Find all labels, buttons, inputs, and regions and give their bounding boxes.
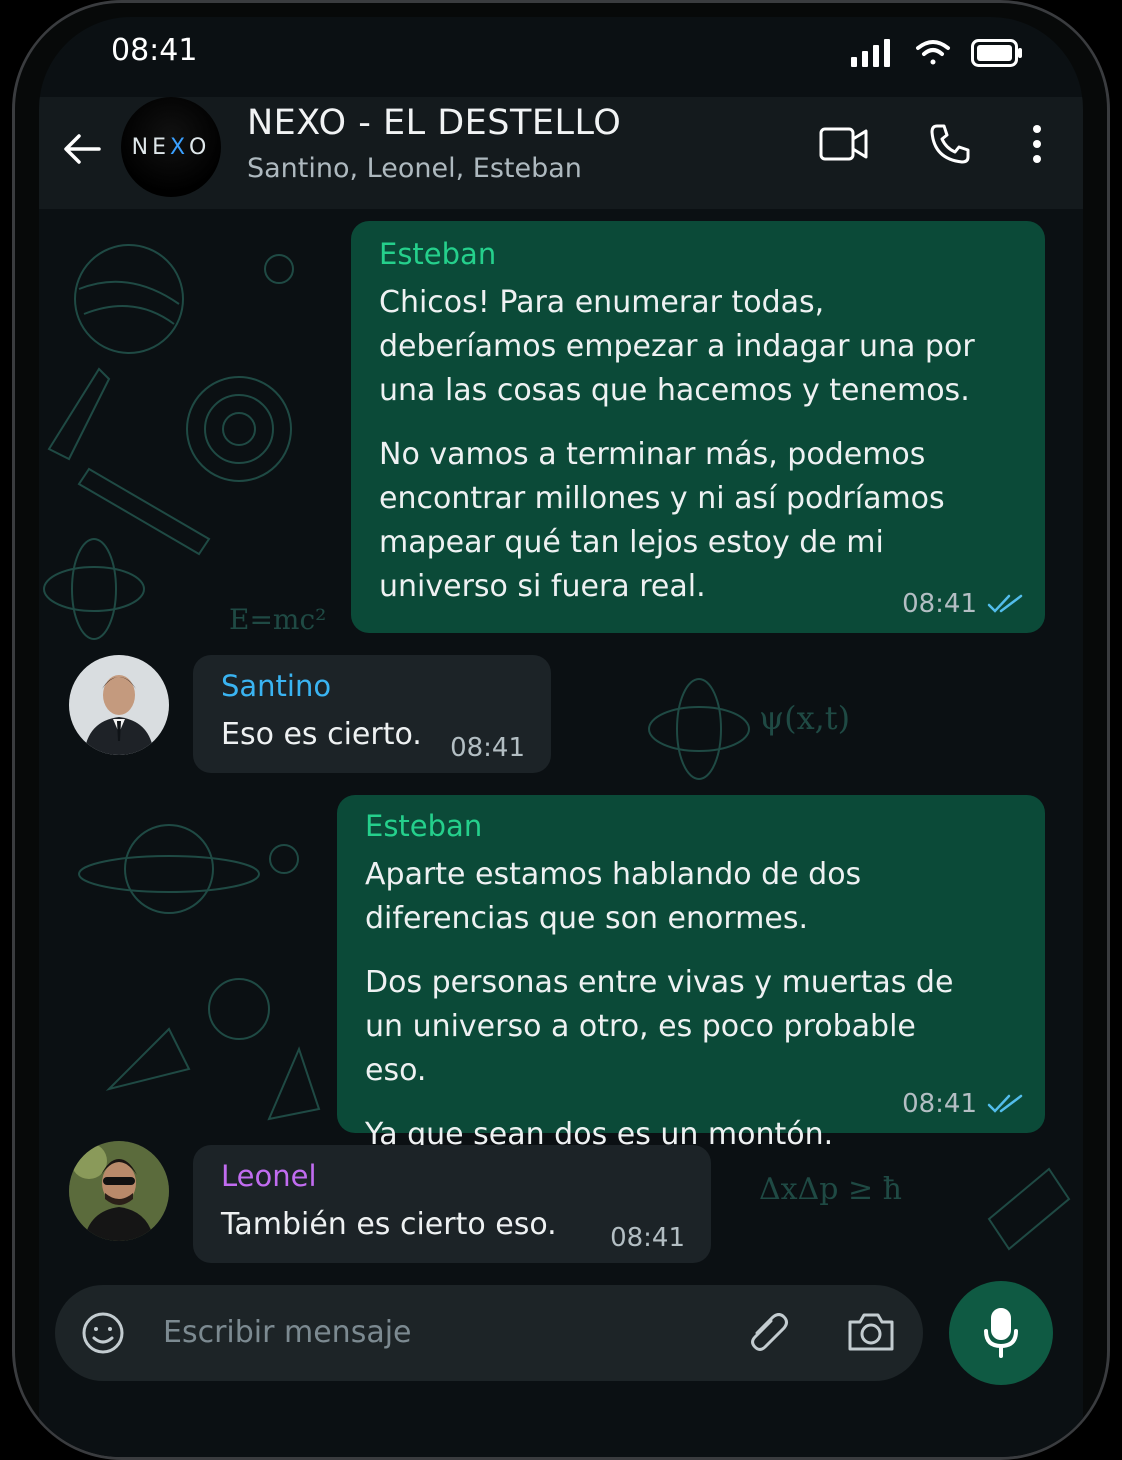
avatar-leonel[interactable] — [69, 1141, 169, 1241]
mic-icon — [984, 1308, 1018, 1358]
message-meta: 08:41 — [902, 1089, 1023, 1119]
message-time: 08:41 — [902, 1089, 977, 1119]
message-list: Esteban Chicos! Para enumerar todas, deb… — [39, 209, 1083, 1457]
back-arrow-icon[interactable] — [59, 125, 107, 173]
message-sender: Leonel — [221, 1159, 317, 1193]
phone-bezel: E=mc² ψ(x,t) ΔxΔp ≥ ħ 08:41 NE X O NEXO … — [15, 3, 1107, 1457]
message-meta: 08:41 — [902, 589, 1023, 619]
avatar-santino[interactable] — [69, 655, 169, 755]
chat-header: NE X O NEXO - EL DESTELLO Santino, Leonel,… — [39, 97, 1083, 209]
video-call-icon[interactable] — [819, 126, 869, 162]
message-paragraph: Aparte estamos hablando de dos diferenci… — [365, 857, 862, 936]
message-sender: Santino — [221, 669, 332, 703]
emoji-icon[interactable] — [81, 1311, 125, 1355]
more-options-icon[interactable] — [1031, 124, 1043, 164]
message-time: 08:41 — [450, 733, 525, 763]
attach-icon[interactable] — [747, 1313, 791, 1353]
message-paragraph: Dos personas entre vivas y muertas de un… — [365, 965, 954, 1088]
mic-button[interactable] — [949, 1281, 1053, 1385]
message-meta: 08:41 — [450, 733, 525, 763]
phone-icon[interactable] — [929, 123, 971, 165]
camera-icon[interactable] — [847, 1311, 895, 1353]
message-text: Chicos! Para enumerar todas, deberíamos … — [379, 281, 1019, 609]
chat-screen: E=mc² ψ(x,t) ΔxΔp ≥ ħ 08:41 NE X O NEXO … — [39, 17, 1083, 1457]
message-sender: Esteban — [379, 237, 497, 271]
wifi-icon — [916, 40, 950, 65]
message-paragraph: Chicos! Para enumerar todas, deberíamos … — [379, 285, 975, 408]
message-bubble-outgoing[interactable]: Esteban Chicos! Para enumerar todas, deb… — [351, 221, 1045, 633]
status-time: 08:41 — [111, 33, 198, 68]
status-bar: 08:41 — [39, 17, 1083, 97]
phone-frame: E=mc² ψ(x,t) ΔxΔp ≥ ħ 08:41 NE X O NEXO … — [12, 0, 1110, 1460]
logo-text-right: O — [189, 134, 211, 160]
message-time: 08:41 — [902, 589, 977, 619]
message-input-bar[interactable]: Escribir mensaje — [55, 1285, 923, 1381]
message-sender: Esteban — [365, 809, 483, 843]
message-time: 08:41 — [610, 1223, 685, 1253]
signal-icon — [851, 39, 890, 67]
message-bubble-outgoing[interactable]: Esteban Aparte estamos hablando de dos d… — [337, 795, 1045, 1152]
message-bubble-incoming[interactable]: Santino Eso es cierto. 08:41 — [193, 655, 551, 773]
logo-text-left: NE — [131, 134, 170, 160]
chat-members[interactable]: Santino, Leonel, Esteban — [247, 153, 582, 184]
group-avatar[interactable]: NE X O — [121, 97, 221, 197]
message-bubble-incoming[interactable]: Leonel También es cierto eso. 08:41 — [193, 1145, 711, 1263]
battery-icon — [971, 39, 1022, 67]
logo-mark: X — [169, 134, 190, 160]
status-icons — [851, 39, 1023, 67]
message-paragraph: No vamos a terminar más, podemos encontr… — [379, 437, 945, 604]
chat-title[interactable]: NEXO - EL DESTELLO — [247, 103, 621, 143]
header-actions — [819, 123, 1043, 165]
message-input[interactable]: Escribir mensaje — [163, 1315, 412, 1350]
message-meta: 08:41 — [610, 1223, 685, 1253]
read-ticks-icon — [987, 1094, 1023, 1113]
read-ticks-icon — [987, 594, 1023, 613]
